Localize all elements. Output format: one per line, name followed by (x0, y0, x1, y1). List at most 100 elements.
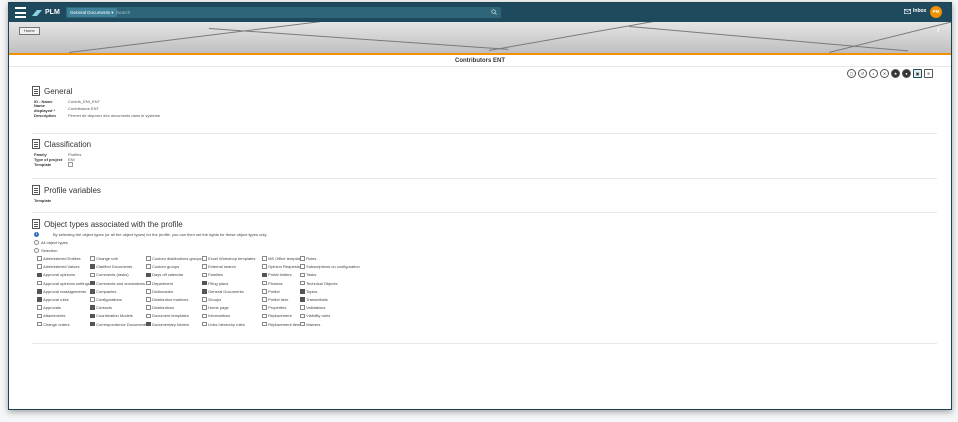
object-type-checkbox[interactable] (90, 297, 95, 302)
object-type-checkbox[interactable] (146, 297, 151, 302)
object-type-item[interactable]: Clarified Documents (90, 264, 132, 269)
object-type-checkbox[interactable] (300, 321, 305, 327)
object-type-checkbox[interactable] (146, 321, 151, 327)
object-type-item[interactable]: Companies (90, 289, 116, 294)
object-type-item[interactable]: Roles (300, 256, 316, 261)
star-icon[interactable]: ★ (891, 69, 900, 78)
object-type-checkbox[interactable] (146, 256, 151, 261)
object-type-checkbox[interactable] (202, 264, 207, 269)
object-type-item[interactable]: Distributions (146, 305, 174, 310)
object-type-item[interactable]: Comments (tasks) (90, 272, 129, 277)
template-checkbox[interactable] (68, 162, 73, 168)
object-type-checkbox[interactable] (300, 297, 305, 302)
object-type-checkbox[interactable] (37, 321, 42, 327)
object-type-item[interactable]: Department (146, 281, 173, 286)
moon-icon[interactable]: ◐ (869, 69, 878, 78)
object-type-checkbox[interactable] (146, 313, 151, 319)
object-type-item[interactable]: Subscriptions on configuration (300, 264, 360, 269)
object-type-item[interactable]: Change unit (90, 256, 118, 261)
object-type-item[interactable]: Administered Values (37, 264, 79, 269)
object-type-item[interactable]: General Documents (202, 289, 244, 294)
object-type-checkbox[interactable] (202, 313, 207, 319)
object-type-item[interactable]: Home page (202, 305, 229, 310)
object-type-item[interactable]: Topics (300, 289, 317, 294)
object-type-checkbox[interactable] (90, 313, 95, 319)
object-type-item[interactable]: Waivers (300, 322, 320, 327)
object-type-checkbox[interactable] (90, 264, 95, 269)
history-icon[interactable]: ↺ (858, 69, 867, 78)
object-type-checkbox[interactable] (300, 289, 305, 294)
object-type-item[interactable]: Properties (262, 305, 286, 310)
app-logo[interactable]: PLM (32, 7, 60, 18)
object-type-item[interactable]: Tasks (300, 272, 316, 277)
object-type-item[interactable]: External search (202, 264, 236, 269)
object-type-checkbox[interactable] (37, 256, 42, 261)
object-type-checkbox[interactable] (300, 256, 305, 261)
object-type-checkbox[interactable] (37, 313, 42, 319)
object-type-checkbox[interactable] (300, 272, 305, 278)
object-type-item[interactable]: Transmittals (300, 297, 328, 302)
object-type-checkbox[interactable] (90, 280, 95, 286)
object-type-item[interactable]: Validations (300, 305, 325, 310)
radio-all-object-types[interactable]: All object types (34, 240, 68, 245)
object-type-checkbox[interactable] (300, 280, 305, 286)
object-type-checkbox[interactable] (202, 297, 207, 302)
object-type-item[interactable]: Portal folders (262, 272, 292, 277)
object-type-item[interactable]: Custom groups (146, 264, 179, 269)
object-type-checkbox[interactable] (146, 305, 151, 310)
object-type-item[interactable]: Correspondence Documents (90, 322, 147, 327)
object-type-item[interactable]: Custom distributions groups (146, 256, 202, 261)
edit-icon[interactable]: ▣ (913, 69, 922, 78)
object-type-checkbox[interactable] (202, 305, 207, 310)
object-type-checkbox[interactable] (90, 272, 95, 278)
object-type-checkbox[interactable] (202, 289, 207, 294)
inbox-button[interactable]: Inbox (904, 8, 926, 14)
object-type-checkbox[interactable] (262, 280, 267, 286)
object-type-checkbox[interactable] (146, 272, 151, 278)
object-type-item[interactable]: Links hierarchy rules (202, 322, 245, 327)
object-type-checkbox[interactable] (90, 321, 95, 327)
object-type-item[interactable]: Contacts (90, 305, 112, 310)
object-type-item[interactable]: Filing plans (202, 281, 228, 286)
object-type-item[interactable]: Distribution matrices (146, 297, 188, 302)
object-type-item[interactable]: Configurations (90, 297, 122, 302)
radio-button[interactable] (34, 248, 39, 253)
object-type-checkbox[interactable] (262, 321, 267, 327)
object-type-item[interactable]: Days off calendar (146, 272, 183, 277)
object-type-checkbox[interactable] (90, 289, 95, 294)
object-type-checkbox[interactable] (262, 256, 267, 261)
object-type-checkbox[interactable] (146, 280, 151, 286)
search-icon[interactable] (491, 9, 497, 15)
object-type-item[interactable]: Administered Entities (37, 256, 81, 261)
close-icon[interactable]: ✕ (880, 69, 889, 78)
object-type-item[interactable]: Approval rules (37, 297, 69, 302)
object-type-item[interactable]: Approval opinions (37, 272, 75, 277)
object-type-checkbox[interactable] (146, 289, 151, 294)
object-type-checkbox[interactable] (37, 280, 42, 286)
object-type-item[interactable]: Visibility rules (300, 313, 330, 318)
object-type-item[interactable]: Document templates (146, 313, 189, 318)
radio-button[interactable] (34, 240, 39, 245)
object-type-item[interactable]: Approvals (37, 305, 61, 310)
rss-icon[interactable]: ≋ (924, 69, 933, 78)
object-type-item[interactable]: Portlet item (262, 297, 288, 302)
object-type-checkbox[interactable] (202, 280, 207, 286)
search-input[interactable] (116, 8, 486, 17)
object-type-checkbox[interactable] (37, 305, 42, 310)
object-type-item[interactable]: Families (202, 272, 223, 277)
object-type-checkbox[interactable] (262, 272, 267, 278)
object-type-item[interactable]: Informations (202, 313, 230, 318)
object-type-checkbox[interactable] (300, 264, 305, 269)
object-type-checkbox[interactable] (37, 289, 42, 294)
back-button[interactable]: Home (19, 27, 40, 35)
search-scope-select[interactable]: General Documents ▾ (67, 8, 117, 17)
object-type-item[interactable]: Attachments (37, 313, 65, 318)
object-type-checkbox[interactable] (37, 297, 42, 302)
menu-icon[interactable] (15, 7, 26, 18)
object-type-item[interactable]: Opinion Requests (262, 264, 300, 269)
object-type-checkbox[interactable] (262, 297, 267, 302)
object-type-checkbox[interactable] (37, 264, 42, 269)
object-type-item[interactable]: Technical Objects (300, 281, 337, 286)
object-type-checkbox[interactable] (90, 305, 95, 310)
object-type-checkbox[interactable] (37, 272, 42, 278)
